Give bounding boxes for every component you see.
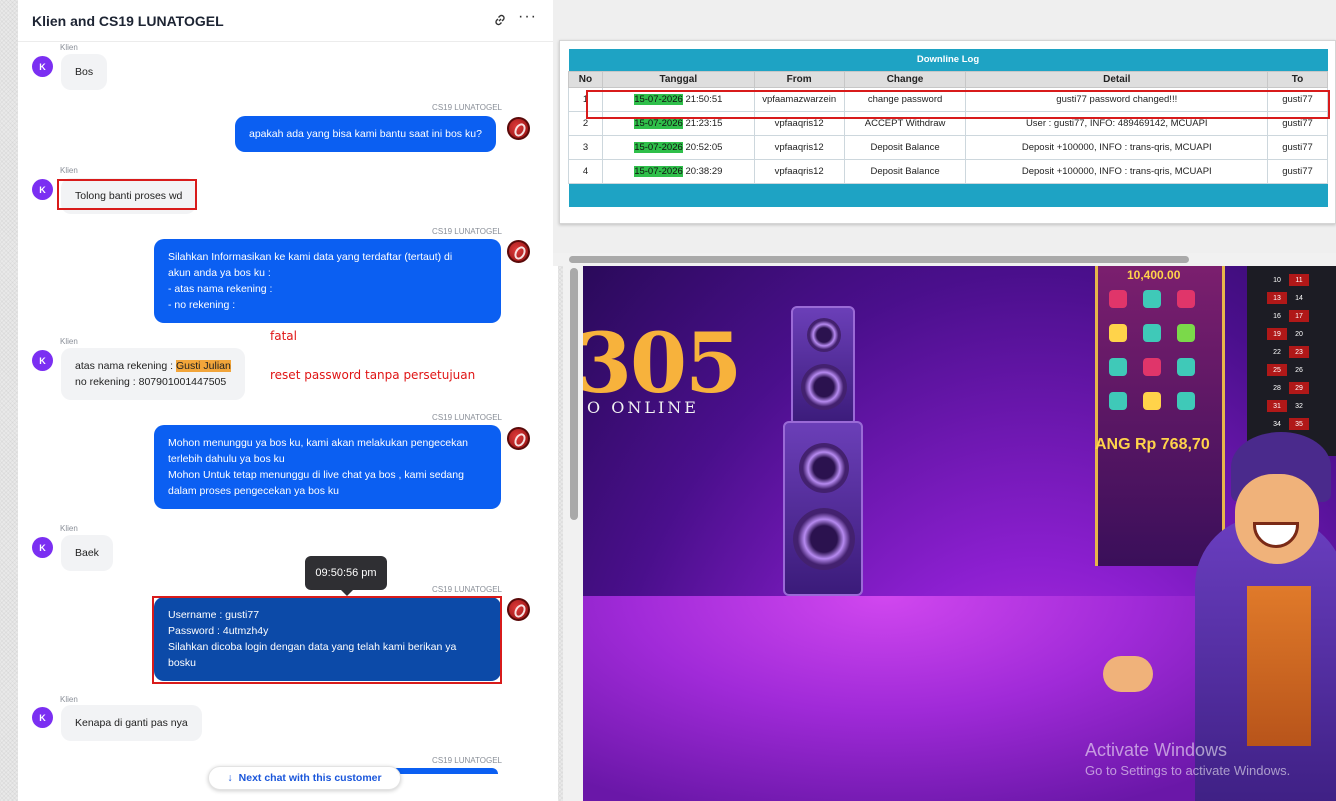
downline-log-table: Downline Log No Tanggal From Change Deta… xyxy=(568,49,1328,207)
horizontal-scrollbar[interactable] xyxy=(569,256,1189,263)
gem-icon xyxy=(1177,290,1195,308)
slot-prize: ANG Rp 768,70 xyxy=(1095,436,1210,453)
right-panel: Downline Log No Tanggal From Change Deta… xyxy=(553,0,1336,801)
gem-icon xyxy=(1177,358,1195,376)
column-header: No xyxy=(568,70,603,88)
gem-icon xyxy=(1177,324,1195,342)
sender-label: Klien xyxy=(60,43,78,52)
agent-message: Silahkan Informasikan ke kami data yang … xyxy=(154,239,501,323)
column-header: From xyxy=(753,70,845,88)
arrow-down-icon: ↓ xyxy=(227,772,233,784)
sender-label: Klien xyxy=(60,524,78,533)
slot-machine xyxy=(1095,266,1225,566)
gem-icon xyxy=(1109,290,1127,308)
more-options-icon[interactable]: ··· xyxy=(518,8,537,26)
sender-label: Klien xyxy=(60,337,78,346)
client-avatar: K xyxy=(32,537,53,558)
table-title: Downline Log xyxy=(568,49,1328,71)
table-row: 4 15-07-2026 20:38:29 vpfaaqris12 Deposi… xyxy=(568,158,1328,184)
casino-subtitle: O ONLINE xyxy=(587,398,699,417)
windows-activation-watermark: Activate Windows Go to Settings to activ… xyxy=(1085,740,1290,778)
client-message: Bos xyxy=(61,54,108,90)
speaker-icon xyxy=(791,306,855,426)
next-chat-label: Next chat with this customer xyxy=(238,772,382,784)
downline-log-area: Downline Log No Tanggal From Change Deta… xyxy=(553,0,1336,266)
sender-label: Klien xyxy=(60,695,78,704)
watermark-title: Activate Windows xyxy=(1085,740,1228,760)
client-message: Kenapa di ganti pas nya xyxy=(61,705,202,741)
column-header: Detail xyxy=(965,70,1269,88)
message-line: atas nama rekening : Gusti Julian xyxy=(75,360,231,372)
gem-icon xyxy=(1109,358,1127,376)
agent-avatar xyxy=(507,427,530,450)
mascot-face xyxy=(1235,474,1319,564)
agent-message: Mohon menunggu ya bos ku, kami akan mela… xyxy=(154,425,501,509)
column-header: To xyxy=(1267,70,1328,88)
agent-avatar xyxy=(507,240,530,263)
sender-label: CS19 LUNATOGEL xyxy=(432,756,502,765)
annotation-box xyxy=(586,90,1330,119)
speaker-icon xyxy=(783,421,863,596)
sender-label: CS19 LUNATOGEL xyxy=(432,103,502,112)
annotation-note-fatal: fatal xyxy=(270,329,297,343)
mascot-hand xyxy=(1103,656,1153,692)
gem-icon xyxy=(1177,392,1195,410)
table-footer xyxy=(568,183,1328,207)
highlighted-name: Gusti Julian xyxy=(175,360,231,372)
watermark-subtitle: Go to Settings to activate Windows. xyxy=(1085,763,1291,778)
agent-avatar xyxy=(507,117,530,140)
client-avatar: K xyxy=(32,350,53,371)
gem-icon xyxy=(1143,290,1161,308)
table-row: 3 15-07-2026 20:52:05 vpfaaqris12 Deposi… xyxy=(568,134,1328,160)
sender-label: CS19 LUNATOGEL xyxy=(432,585,502,594)
agent-avatar xyxy=(507,598,530,621)
slot-jackpot: 10,400.00 xyxy=(1127,268,1181,282)
client-message: atas nama rekening : Gusti Julian no rek… xyxy=(61,348,245,400)
column-header: Tanggal xyxy=(601,70,755,88)
vertical-scrollbar[interactable] xyxy=(570,268,578,520)
sender-label: Klien xyxy=(60,166,78,175)
date-highlight: 15-07-2026 xyxy=(634,141,683,153)
link-icon[interactable] xyxy=(492,12,508,28)
client-message: Baek xyxy=(61,535,113,571)
roulette-board: 10 11 13 14 16 17 19 20 22 23 25 26 28 2… xyxy=(1247,266,1336,456)
gem-icon xyxy=(1143,324,1161,342)
sender-label: CS19 LUNATOGEL xyxy=(432,227,502,236)
agent-message: apakah ada yang bisa kami bantu saat ini… xyxy=(235,116,496,152)
next-chat-button[interactable]: ↓ Next chat with this customer xyxy=(208,766,401,790)
annotation-box xyxy=(57,179,197,210)
column-header: Change xyxy=(843,70,967,88)
gem-icon xyxy=(1109,392,1127,410)
gem-icon xyxy=(1109,324,1127,342)
gem-icon xyxy=(1143,392,1161,410)
sender-label: CS19 LUNATOGEL xyxy=(432,413,502,422)
gem-icon xyxy=(1143,358,1161,376)
mascot-vest xyxy=(1247,586,1311,746)
chat-panel: Klien and CS19 LUNATOGEL ··· Klien K Bos… xyxy=(18,0,558,801)
date-highlight: 15-07-2026 xyxy=(634,117,683,129)
message-line: no rekening : 807901001447505 xyxy=(75,376,227,388)
casino-banner-image: 305 O ONLINE 10,400.00 ANG Rp 768,70 10 … xyxy=(583,266,1336,801)
chat-title: Klien and CS19 LUNATOGEL xyxy=(32,13,224,29)
annotation-box xyxy=(152,596,502,684)
date-highlight: 15-07-2026 xyxy=(634,165,683,177)
client-avatar: K xyxy=(32,56,53,77)
client-avatar: K xyxy=(32,179,53,200)
client-avatar: K xyxy=(32,707,53,728)
chat-header: Klien and CS19 LUNATOGEL ··· xyxy=(18,0,558,42)
annotation-note-reset: reset password tanpa persetujuan xyxy=(270,368,476,382)
